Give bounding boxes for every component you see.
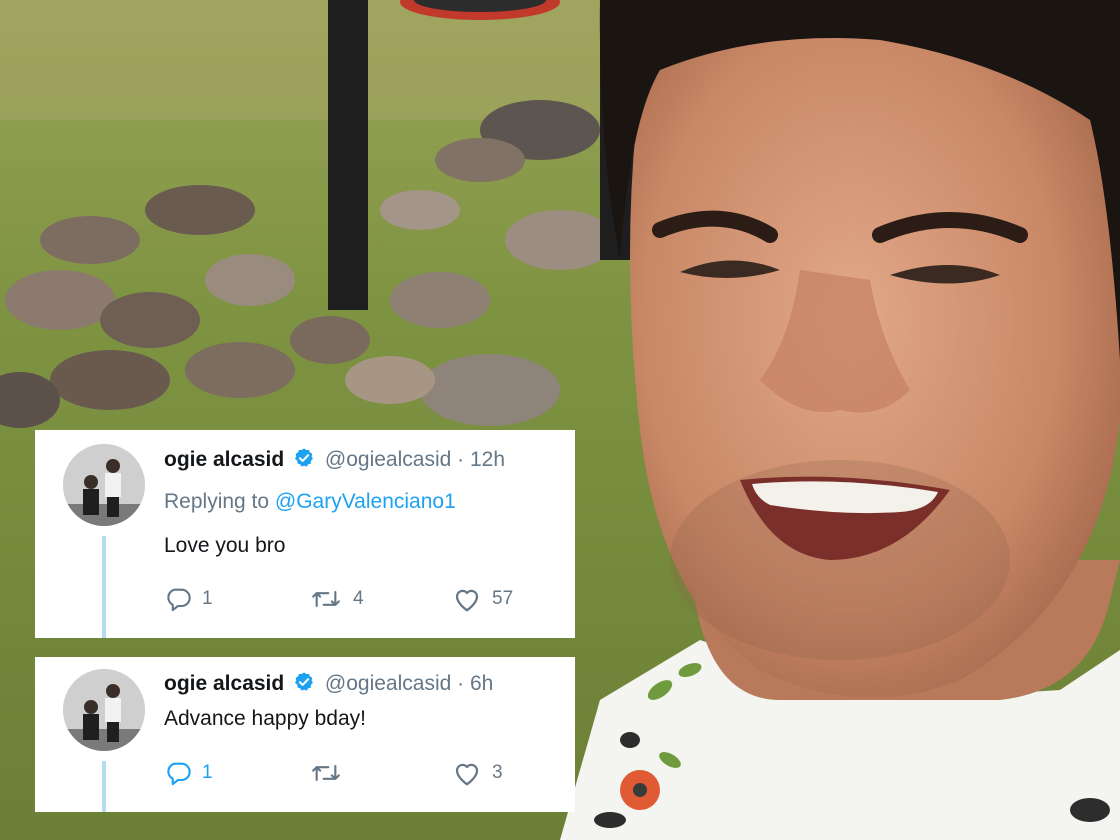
tweet-card[interactable]: ogie alcasid @ogiealcasid · 6h Advance h… xyxy=(35,657,575,812)
like-button[interactable]: 57 xyxy=(452,585,513,613)
like-count: 57 xyxy=(492,588,514,609)
separator: · xyxy=(457,448,465,471)
replying-prefix: Replying to xyxy=(164,490,275,513)
separator: · xyxy=(457,672,465,695)
reply-icon xyxy=(167,588,191,612)
retweet-icon xyxy=(312,590,340,608)
avatar[interactable] xyxy=(63,669,145,751)
tweet-header: ogie alcasid @ogiealcasid · 12h xyxy=(164,447,505,475)
reply-count: 1 xyxy=(202,588,213,609)
avatar-photo xyxy=(63,444,145,526)
retweet-count: 4 xyxy=(353,588,364,609)
retweet-button[interactable]: 4 xyxy=(309,585,364,613)
display-name[interactable]: ogie alcasid xyxy=(164,448,284,471)
avatar-photo xyxy=(63,669,145,751)
retweet-button[interactable] xyxy=(309,759,353,787)
timestamp[interactable]: 12h xyxy=(470,448,505,471)
display-name[interactable]: ogie alcasid xyxy=(164,672,284,695)
tweet-text: Love you bro xyxy=(164,534,286,557)
tweet-card[interactable]: ogie alcasid @ogiealcasid · 12h Replying… xyxy=(35,430,575,638)
like-count: 3 xyxy=(492,762,503,783)
like-icon xyxy=(455,763,479,786)
replying-to-line: Replying to @GaryValenciano1 xyxy=(164,490,456,514)
verified-badge-icon xyxy=(293,671,315,699)
reply-icon xyxy=(167,762,191,786)
tweet-actions: 1 4 57 xyxy=(164,585,544,615)
reply-count: 1 xyxy=(202,762,213,783)
timestamp[interactable]: 6h xyxy=(470,672,493,695)
tweet-header: ogie alcasid @ogiealcasid · 6h xyxy=(164,671,493,699)
tweet-text: Advance happy bday! xyxy=(164,707,366,730)
reply-button[interactable]: 1 xyxy=(164,759,213,787)
thread-line xyxy=(102,761,106,812)
handle[interactable]: @ogiealcasid xyxy=(325,672,451,695)
retweet-icon xyxy=(312,764,340,782)
like-button[interactable]: 3 xyxy=(452,759,503,787)
reply-button[interactable]: 1 xyxy=(164,585,213,613)
tweet-actions: 1 3 xyxy=(164,759,544,789)
handle[interactable]: @ogiealcasid xyxy=(325,448,451,471)
replying-to-link[interactable]: @GaryValenciano1 xyxy=(275,490,456,513)
avatar[interactable] xyxy=(63,444,145,526)
thread-line xyxy=(102,536,106,638)
verified-badge-icon xyxy=(293,447,315,475)
like-icon xyxy=(455,589,479,612)
